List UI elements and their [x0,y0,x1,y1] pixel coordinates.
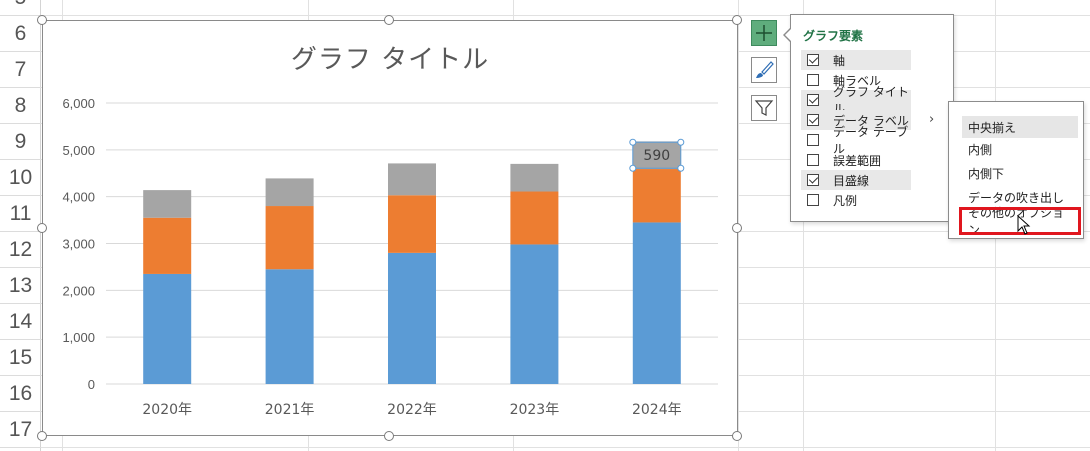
bar-segment-s2-c2[interactable] [388,163,436,196]
bar-segment-s0-c0[interactable] [143,273,192,384]
panel-item-label-0: 軸 [833,53,846,68]
panel-pointer-inner [785,28,792,42]
checkbox-0[interactable] [807,54,819,66]
row-number-14[interactable]: 14 [0,304,41,340]
y-tick-label: 4,000 [62,190,95,205]
bar-segment-s1-c3[interactable] [510,191,559,245]
bar-segment-s2-c3[interactable] [510,163,559,192]
panel-item-label-7: 凡例 [833,193,858,208]
panel-item-7[interactable]: 凡例 [801,190,911,210]
y-tick-label: 0 [88,377,95,392]
y-tick-label: 5,000 [62,143,95,158]
row-number-9[interactable]: 9 [0,124,41,160]
row-number-7[interactable]: 7 [0,52,41,88]
resize-handle-top-right[interactable] [732,15,742,25]
row-number-12[interactable]: 12 [0,232,41,268]
row-number-6[interactable]: 6 [0,16,41,52]
mouse-cursor-icon [1017,215,1031,235]
plot-area[interactable]: 0 1,000 2,000 3,000 4,000 5,000 6,000 2020年 202… [43,21,739,437]
chart-area[interactable]: グラフ タイトル 0 1,000 2,000 3,000 4,000 5,000 6,000… [42,20,738,436]
x-tick-label: 2021年 [265,402,315,418]
y-tick-label: 3,000 [62,237,95,252]
resize-handle-top[interactable] [384,15,394,25]
checkbox-4[interactable] [807,134,819,146]
row-number-11[interactable]: 11 [0,196,41,232]
checkbox-7[interactable] [807,194,819,206]
row-number-15[interactable]: 15 [0,340,41,376]
resize-handle-bottom[interactable] [384,431,394,441]
panel-title: グラフ要素 [803,29,864,43]
panel-item-5[interactable]: 誤差範囲 [801,150,911,170]
y-tick-label: 1,000 [62,330,95,345]
panel-item-label-5: 誤差範囲 [833,153,882,168]
bar-segment-s0-c3[interactable] [510,244,559,384]
checkbox-5[interactable] [807,154,819,166]
chart-elements-button[interactable] [751,20,777,46]
checkbox-6[interactable] [807,174,819,186]
row-number-17[interactable]: 17 [0,412,41,448]
data-label-submenu: 中央揃え 内側 内側下 データの吹き出し その他のオプション... [948,101,1084,239]
bar-segment-s2-c0[interactable] [143,190,192,218]
data-label-handle-3 [677,164,685,172]
row-number-10[interactable]: 10 [0,160,41,196]
resize-handle-bottom-right[interactable] [732,431,742,441]
x-tick-label: 2024年 [632,402,682,418]
chart-filters-button[interactable] [751,95,777,121]
submenu-item-inside-base[interactable]: 内側下 [962,162,1078,184]
row-header-column: 5 6 7 8 9 10 11 12 13 14 15 16 17 [0,0,41,451]
row-number-8[interactable]: 8 [0,88,41,124]
bar-segment-s1-c0[interactable] [143,217,192,274]
x-tick-label: 2020年 [142,402,192,418]
bar-segment-s0-c4[interactable] [632,222,681,384]
chart-styles-button[interactable] [751,57,777,83]
resize-handle-bottom-left[interactable] [37,431,47,441]
panel-item-0[interactable]: 軸 [801,50,911,70]
row-number-5[interactable]: 5 [0,0,41,16]
panel-item-label-6: 目盛線 [833,173,870,188]
data-label-submenu-chevron-icon[interactable]: › [929,112,934,127]
submenu-item-center[interactable]: 中央揃え [962,116,1078,138]
row-number-16[interactable]: 16 [0,376,41,412]
funnel-icon [754,100,774,116]
bar-segment-s1-c4[interactable] [632,169,681,223]
row-number-13[interactable]: 13 [0,268,41,304]
resize-handle-right[interactable] [732,223,742,233]
y-tick-label: 6,000 [62,96,95,111]
bar-segment-s2-c1[interactable] [265,178,314,207]
bar-segment-s0-c2[interactable] [388,252,436,384]
resize-handle-top-left[interactable] [37,15,47,25]
panel-item-2[interactable]: グラフ タイトル [801,85,911,116]
bar-segment-s1-c1[interactable] [265,206,314,270]
resize-handle-left[interactable] [37,223,47,233]
bar-segment-s1-c2[interactable] [388,195,436,253]
plus-icon [756,25,772,41]
submenu-item-inside-end[interactable]: 内側 [962,138,1078,160]
data-label-handle-0 [629,138,637,146]
x-tick-label: 2022年 [387,402,437,418]
checkbox-3[interactable] [807,114,819,126]
checkbox-2[interactable] [807,94,819,106]
checkbox-1[interactable] [807,74,819,86]
bar-segment-s0-c1[interactable] [265,269,314,384]
panel-item-6[interactable]: 目盛線 [801,170,911,190]
data-label-590[interactable]: 590 [643,148,670,164]
data-label-handle-2 [629,164,637,172]
data-label-handle-1 [677,138,685,146]
y-tick-label: 2,000 [62,283,95,298]
brush-icon [756,61,774,78]
x-tick-label: 2023年 [510,402,560,418]
panel-item-4[interactable]: データ テーブル [801,125,911,156]
